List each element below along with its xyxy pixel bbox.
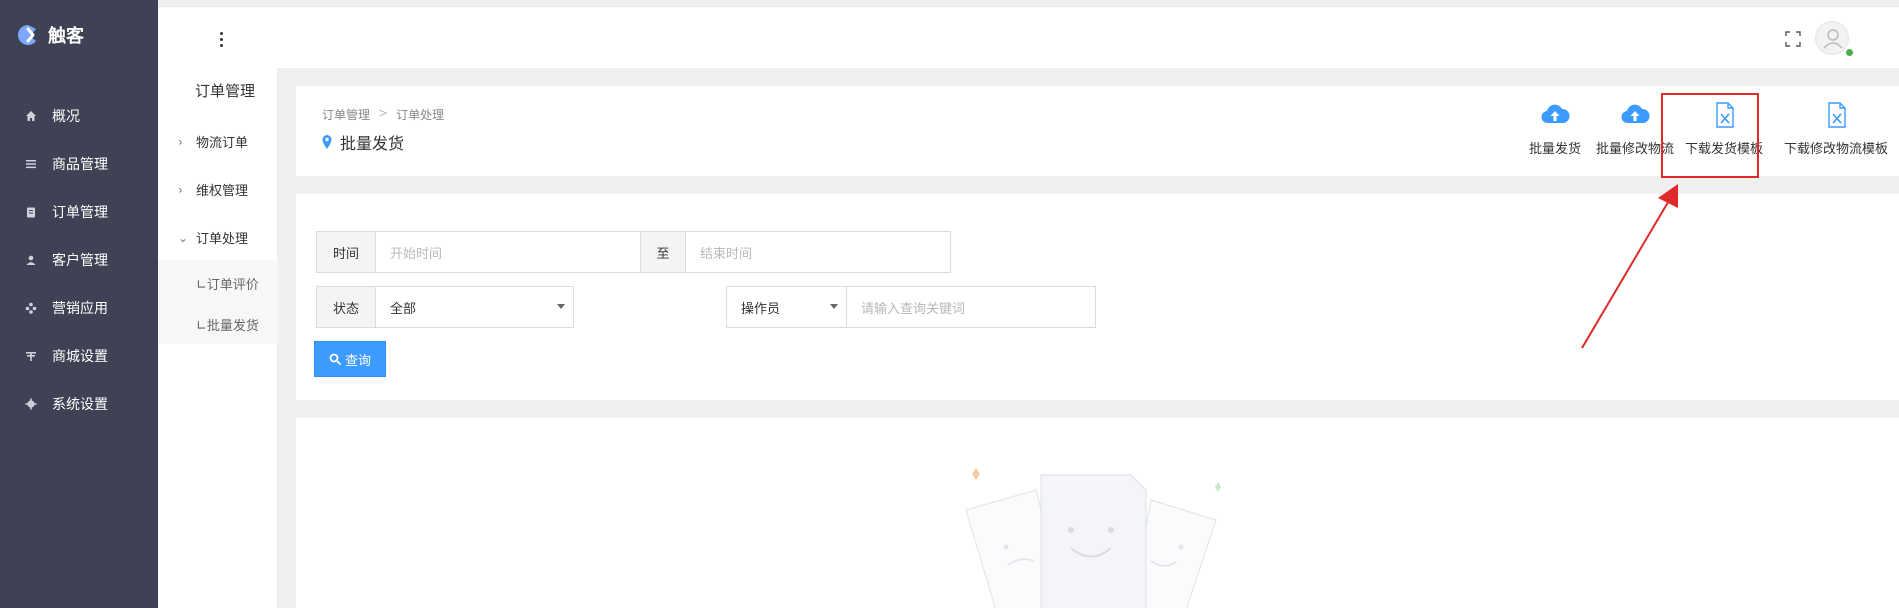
secondary-menu: 订单管理 › 物流订单 › 维权管理 ⌄ 订单处理 ∟订单评价 ∟批量发货 bbox=[158, 68, 278, 608]
sidebar-item-customers[interactable]: 客户管理 bbox=[0, 236, 158, 284]
location-pin-icon bbox=[322, 135, 332, 149]
breadcrumb-item[interactable]: 订单管理 bbox=[322, 106, 370, 123]
download-logistics-template-button[interactable]: 下载修改物流模板 bbox=[1773, 96, 1899, 166]
avatar[interactable] bbox=[1815, 21, 1849, 55]
clipboard-icon bbox=[24, 205, 38, 219]
action-label: 下载修改物流模板 bbox=[1783, 142, 1888, 157]
more-menu-icon[interactable] bbox=[214, 27, 228, 51]
submenu-child-order-review[interactable]: ∟订单评价 bbox=[196, 274, 259, 293]
sidebar-item-label: 系统设置 bbox=[52, 397, 108, 413]
puzzle-icon bbox=[24, 301, 38, 315]
user-avatar-icon bbox=[1823, 29, 1843, 49]
highlight-box bbox=[1661, 93, 1759, 178]
chevron-right-icon: › bbox=[178, 182, 183, 197]
sidebar-item-label: 客户管理 bbox=[52, 253, 108, 269]
status-label: 状态 bbox=[316, 286, 376, 328]
sidebar-item-label: 商品管理 bbox=[52, 157, 108, 173]
cloud-upload-icon bbox=[1541, 104, 1570, 124]
search-icon bbox=[329, 353, 341, 365]
sidebar-item-label: 概况 bbox=[52, 109, 80, 125]
sidebar-item-marketing[interactable]: 营销应用 bbox=[0, 284, 158, 332]
operator-select[interactable]: 操作员 bbox=[726, 286, 847, 328]
operator-select-value: 操作员 bbox=[741, 301, 781, 317]
app-logo[interactable]: 触客 bbox=[0, 0, 158, 70]
main-sidebar: 触客 概况 商品管理 订单管理 客户管理 营销应用 商城设置 系统设置 bbox=[0, 0, 158, 608]
chevron-down-icon: ⌄ bbox=[178, 230, 189, 245]
breadcrumb-item[interactable]: 订单处理 bbox=[396, 106, 444, 123]
home-icon bbox=[24, 109, 38, 123]
results-card bbox=[296, 418, 1899, 608]
submenu-title: 订单管理 bbox=[195, 82, 256, 100]
time-label: 时间 bbox=[316, 231, 376, 273]
submenu-item-label: 维权管理 bbox=[196, 184, 249, 199]
sidebar-item-system-settings[interactable]: 系统设置 bbox=[0, 380, 158, 428]
gear-icon bbox=[24, 397, 38, 411]
top-bar bbox=[158, 6, 1899, 68]
search-card: 时间 开始时间 至 结束时间 状态 全部 操作员 请输入查询关键词 查询 bbox=[296, 194, 1899, 400]
sidebar-item-overview[interactable]: 概况 bbox=[0, 92, 158, 140]
submenu-item-logistics-orders[interactable]: › 物流订单 bbox=[178, 132, 249, 152]
sidebar-item-store-settings[interactable]: 商城设置 bbox=[0, 332, 158, 380]
caret-down-icon bbox=[557, 304, 565, 309]
fullscreen-icon[interactable] bbox=[1785, 31, 1801, 47]
submenu-item-order-processing[interactable]: ⌄ 订单处理 bbox=[178, 228, 249, 248]
store-icon bbox=[24, 349, 38, 363]
page-title: 批量发货 bbox=[340, 134, 405, 153]
submenu-item-label: 订单处理 bbox=[196, 232, 249, 247]
empty-state-illustration bbox=[965, 468, 1221, 608]
submenu-child-batch-shipping[interactable]: ∟批量发货 bbox=[196, 315, 259, 334]
submenu-item-label: 物流订单 bbox=[196, 136, 249, 151]
query-button[interactable]: 查询 bbox=[314, 341, 386, 377]
breadcrumb-separator: > bbox=[378, 106, 389, 120]
sidebar-item-label: 营销应用 bbox=[52, 301, 108, 317]
sidebar-nav: 概况 商品管理 订单管理 客户管理 营销应用 商城设置 系统设置 bbox=[0, 92, 158, 428]
page-title-row: 批量发货 bbox=[322, 130, 404, 154]
excel-file-icon bbox=[1828, 102, 1846, 128]
caret-down-icon bbox=[830, 304, 838, 309]
chevron-right-icon: › bbox=[178, 134, 183, 149]
end-time-input[interactable]: 结束时间 bbox=[685, 231, 951, 273]
page-header-card: 订单管理 > 订单处理 批量发货 批量发货 批量修改物流 下载发货模板 下载修改… bbox=[296, 86, 1899, 176]
sidebar-item-products[interactable]: 商品管理 bbox=[0, 140, 158, 188]
sidebar-item-label: 商城设置 bbox=[52, 349, 108, 365]
logo-icon bbox=[18, 25, 36, 45]
cloud-upload-icon bbox=[1621, 104, 1650, 124]
user-icon bbox=[24, 253, 38, 267]
sidebar-item-label: 订单管理 bbox=[52, 205, 108, 221]
query-button-label: 查询 bbox=[344, 353, 371, 369]
list-icon bbox=[24, 157, 38, 171]
status-select[interactable]: 全部 bbox=[375, 286, 574, 328]
keyword-input[interactable]: 请输入查询关键词 bbox=[846, 286, 1096, 328]
sidebar-item-orders[interactable]: 订单管理 bbox=[0, 188, 158, 236]
app-name: 触客 bbox=[48, 26, 84, 47]
online-status-dot bbox=[1846, 49, 1853, 56]
status-select-value: 全部 bbox=[390, 301, 417, 317]
breadcrumb: 订单管理 > 订单处理 bbox=[322, 106, 444, 123]
batch-ship-button[interactable]: 批量发货 bbox=[1515, 96, 1595, 166]
action-label: 批量发货 bbox=[1528, 142, 1581, 157]
to-label: 至 bbox=[640, 231, 686, 273]
submenu-item-rights[interactable]: › 维权管理 bbox=[178, 180, 249, 200]
start-time-input[interactable]: 开始时间 bbox=[375, 231, 641, 273]
